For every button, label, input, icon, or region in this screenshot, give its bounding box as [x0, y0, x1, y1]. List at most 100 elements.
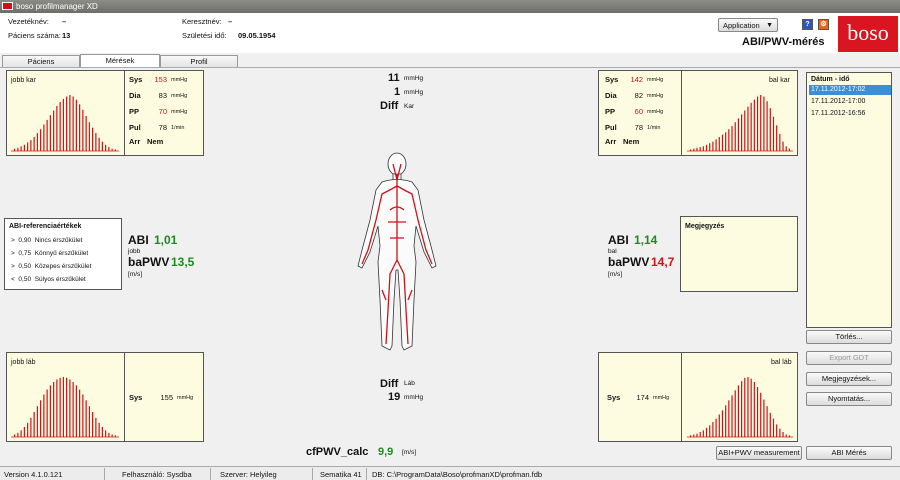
notes-button[interactable]: Megjegyzések...	[806, 372, 892, 386]
status-schema: Sematika 41	[320, 470, 362, 479]
ref-text: Súlyos érszűkület	[34, 276, 86, 283]
reference-title: ABI-referenciaértékek	[9, 223, 82, 230]
patient-no-label: Páciens száma:	[8, 31, 61, 40]
list-item[interactable]: 17.11.2012-17:02	[809, 85, 891, 95]
unit: mmHg	[647, 77, 664, 83]
pul-label: Pul	[605, 123, 617, 132]
status-version: Version 4.1.0.121	[4, 470, 63, 479]
tab-measurements[interactable]: Mérések	[80, 54, 160, 67]
list-item[interactable]: 17.11.2012-17:00	[809, 97, 891, 107]
ref-val: 0,90	[18, 237, 32, 244]
dia-label: Dia	[129, 91, 141, 100]
surname-label: Vezetéknév:	[8, 17, 49, 26]
unit: mmHg	[647, 109, 664, 115]
abi-right-side: jobb	[128, 248, 141, 255]
settings-icon[interactable]: ⚙	[818, 19, 829, 30]
unit: mmHg	[404, 89, 424, 96]
help-icon[interactable]: ?	[802, 19, 813, 30]
arm-diff-top-value: 11	[388, 72, 400, 84]
sys-label: Sys	[129, 75, 143, 84]
arm-diff-label: Diff	[380, 100, 399, 112]
left-leg-label: bal láb	[771, 359, 792, 366]
divider	[124, 353, 125, 441]
abi-pwv-measurement-button[interactable]: ABI+PWV measurement	[716, 446, 802, 460]
right-leg-sys: 155	[160, 393, 173, 402]
unit: 1/min	[171, 125, 185, 131]
pwv-right-value: 13,5	[171, 255, 195, 269]
note-panel[interactable]: Megjegyzés	[680, 216, 798, 292]
window-titlebar: boso profilmanager XD	[0, 0, 900, 13]
right-leg-waveform	[11, 377, 119, 438]
pp-label: PP	[605, 107, 616, 116]
abi-left-label: ABI	[608, 233, 629, 247]
divider	[312, 468, 313, 480]
unit: 1/min	[647, 125, 661, 131]
dia-label: Dia	[605, 91, 617, 100]
reference-row: < 0,50 Súlyos érszűkület	[11, 276, 86, 283]
pwv-right-label: baPWV	[128, 255, 170, 269]
unit: mmHg	[653, 395, 670, 401]
left-arm-label: bal kar	[769, 77, 791, 84]
right-arm-arr: Nem	[147, 137, 164, 146]
left-arm-pp: 60	[634, 107, 643, 116]
delete-button[interactable]: Törlés...	[806, 330, 892, 344]
right-arm-waveform	[11, 95, 119, 152]
reference-row: > 0,75 Könnyű érszűkület	[11, 250, 88, 257]
right-arm-label: jobb kar	[11, 77, 36, 84]
unit: mmHg	[404, 394, 424, 401]
ref-val: 0,50	[18, 263, 32, 270]
unit: mmHg	[404, 75, 424, 82]
tab-profile[interactable]: Profil	[160, 55, 238, 67]
divider	[366, 468, 367, 480]
export-gdt-button[interactable]: Export GDT	[806, 351, 892, 365]
right-leg-label: jobb láb	[11, 359, 36, 366]
window-title: boso profilmanager XD	[16, 2, 98, 11]
right-arm-panel: jobb kar Sys 153 mmHg Dia 83 mmHg PP 70 …	[6, 70, 204, 156]
tab-patient[interactable]: Páciens	[2, 55, 80, 67]
left-arm-waveform	[687, 95, 793, 152]
left-leg-waveform	[687, 377, 793, 438]
print-button[interactable]: Nyomtatás...	[806, 392, 892, 406]
date-list[interactable]: Dátum - idő 17.11.2012-17:02 17.11.2012-…	[806, 72, 892, 328]
cfpwv-unit: [m/s]	[402, 449, 417, 456]
right-arm-pul: 78	[158, 123, 167, 132]
status-user: Felhasználó: Sysdba	[122, 470, 192, 479]
arr-label: Arr	[605, 137, 617, 146]
app-icon	[2, 2, 13, 10]
left-leg-sys: 174	[636, 393, 649, 402]
sys-label: Sys	[607, 393, 621, 402]
pp-label: PP	[129, 107, 140, 116]
firstname-value: –	[228, 17, 233, 26]
ref-op: >	[11, 250, 15, 257]
pwv-left-value: 14,7	[651, 255, 675, 269]
date-list-title: Dátum - idő	[811, 76, 850, 83]
unit: mmHg	[647, 93, 664, 99]
boso-logo: boso	[838, 16, 898, 52]
abi-right-label: ABI	[128, 233, 149, 247]
birth-value: 09.05.1954	[238, 31, 276, 40]
ref-val: 0,75	[18, 250, 32, 257]
body-figure-icon	[357, 152, 437, 351]
ref-val: 0,50	[18, 276, 32, 283]
sys-label: Sys	[129, 393, 143, 402]
status-server: Szerver: Helyileg	[220, 470, 277, 479]
abi-measure-button[interactable]: ABI Mérés	[806, 446, 892, 460]
right-arm-sys: 153	[154, 75, 167, 84]
reference-row: > 0,90 Nincs érszűkület	[11, 237, 82, 244]
right-arm-dia: 83	[158, 91, 167, 100]
status-db: DB: C:\ProgramData\Boso\profmanXD\profma…	[372, 470, 543, 479]
right-leg-panel: jobb láb Sys 155 mmHg	[6, 352, 204, 442]
list-item[interactable]: 17.11.2012-16:56	[809, 109, 891, 119]
ref-op: >	[11, 237, 15, 244]
leg-diff-sub: Láb	[404, 380, 415, 387]
page-title: ABI/PWV-mérés	[742, 36, 825, 48]
reference-row: > 0,50 Közepes érszűkület	[11, 263, 91, 270]
application-menu-button[interactable]: Application ▼	[718, 18, 778, 32]
firstname-label: Keresztnév:	[182, 17, 222, 26]
pwv-right-unit: [m/s]	[128, 271, 143, 278]
left-leg-panel: Sys 174 mmHg bal láb	[598, 352, 798, 442]
divider	[124, 71, 125, 155]
surname-value: –	[62, 17, 67, 26]
abi-left-value: 1,14	[634, 233, 658, 247]
left-arm-sys: 142	[630, 75, 643, 84]
